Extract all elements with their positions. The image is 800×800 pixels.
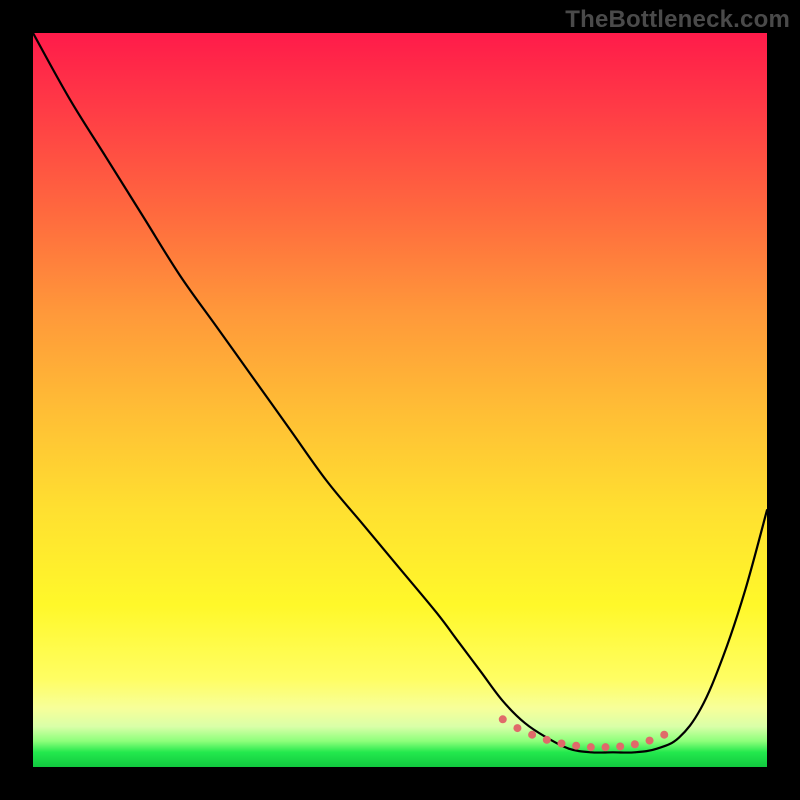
watermark-text: TheBottleneck.com [565, 6, 790, 34]
plot-area [33, 33, 767, 767]
gradient-background [33, 33, 767, 767]
chart-stage: TheBottleneck.com [0, 0, 800, 800]
